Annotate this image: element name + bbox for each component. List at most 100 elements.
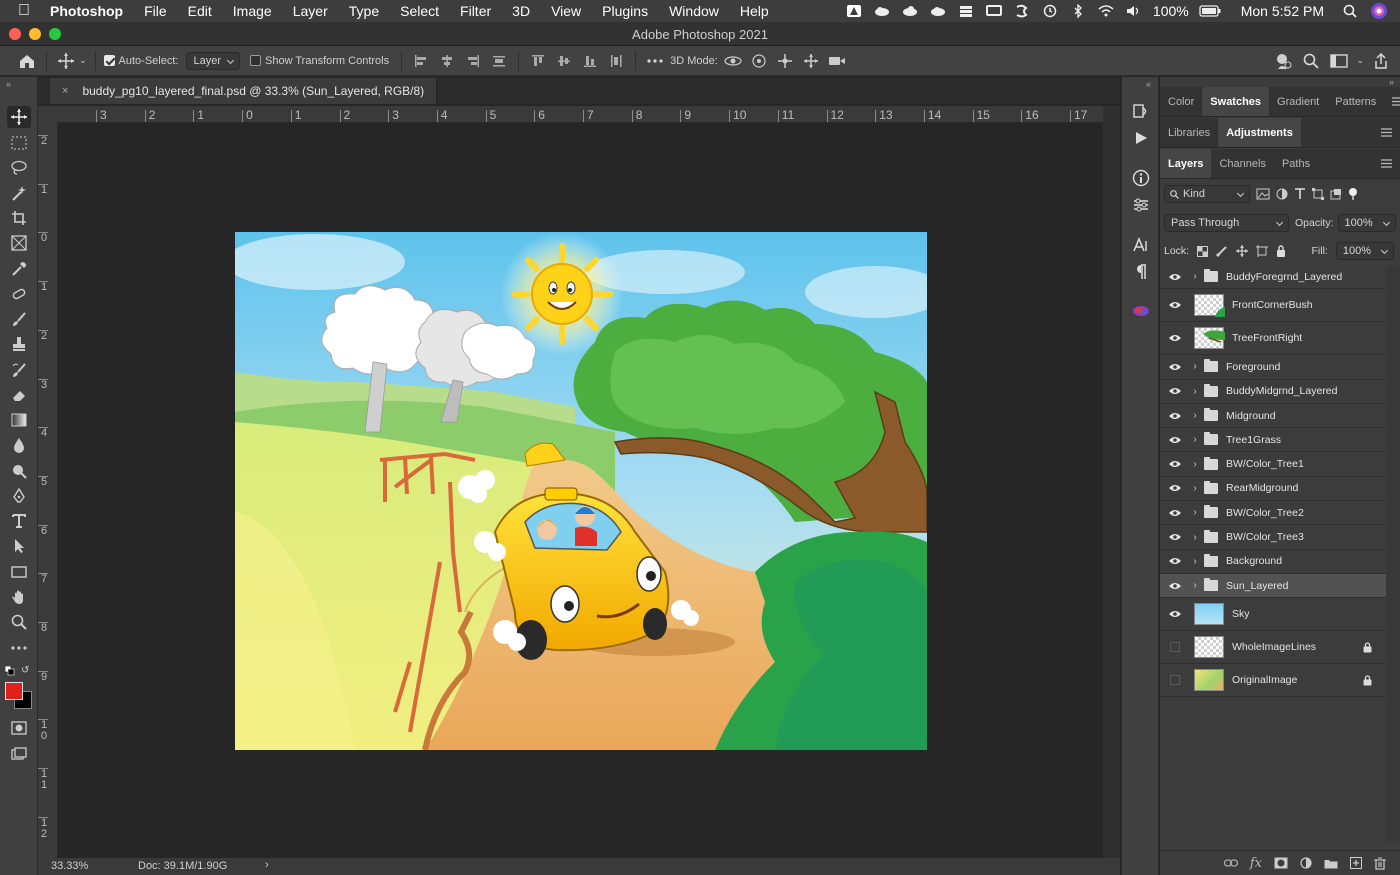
3d-roll-icon[interactable]	[748, 50, 770, 72]
home-icon[interactable]	[16, 50, 38, 72]
layer-name[interactable]: BW/Color_Tree2	[1226, 507, 1304, 519]
layer-row[interactable]: › Background	[1160, 550, 1386, 574]
paragraph-panel-icon[interactable]	[1131, 262, 1151, 282]
menu-view[interactable]: View	[537, 0, 588, 22]
history-panel-icon[interactable]	[1131, 101, 1151, 121]
add-mask-icon[interactable]	[1274, 857, 1288, 869]
menu-image[interactable]: Image	[219, 0, 279, 22]
layer-name[interactable]: BuddyMidgrnd_Layered	[1226, 385, 1338, 397]
info-panel-icon[interactable]	[1131, 168, 1151, 188]
crop-tool-icon[interactable]	[7, 207, 31, 229]
tab-layers[interactable]: Layers	[1160, 149, 1212, 178]
layer-effects-icon[interactable]: fx	[1250, 856, 1262, 871]
bluetooth-icon[interactable]	[1069, 4, 1087, 18]
layer-name[interactable]: BW/Color_Tree1	[1226, 458, 1304, 470]
panel-menu-icon[interactable]	[1373, 149, 1400, 178]
align-left-edges-icon[interactable]	[410, 50, 432, 72]
magic-wand-tool-icon[interactable]	[7, 182, 31, 204]
tab-libraries[interactable]: Libraries	[1160, 118, 1218, 147]
layer-row[interactable]: WholeImageLines	[1160, 631, 1386, 665]
collapse-dock-icon[interactable]: «	[1146, 79, 1151, 89]
share-export-icon[interactable]	[1370, 50, 1392, 72]
menu-type[interactable]: Type	[335, 0, 386, 22]
menu-window[interactable]: Window	[655, 0, 726, 22]
share-user-icon[interactable]	[1272, 50, 1294, 72]
default-colors-icon[interactable]	[5, 666, 15, 676]
layer-row[interactable]: › BW/Color_Tree2	[1160, 501, 1386, 526]
layer-name[interactable]: BuddyForegrnd_Layered	[1226, 271, 1342, 283]
auto-select-target-dropdown[interactable]: Layer	[186, 51, 240, 70]
clone-stamp-tool-icon[interactable]	[7, 333, 31, 355]
expand-group-chevron-icon[interactable]: ›	[1190, 483, 1200, 494]
visibility-eye-icon[interactable]	[1160, 334, 1190, 342]
new-adjustment-layer-icon[interactable]	[1300, 857, 1312, 869]
visibility-eye-icon[interactable]	[1160, 301, 1190, 309]
preset-dropdown-icon[interactable]: ⌄	[79, 55, 87, 66]
layer-name[interactable]: Sky	[1232, 608, 1250, 620]
dodge-tool-icon[interactable]	[7, 460, 31, 482]
document-tab[interactable]: × buddy_pg10_layered_final.psd @ 33.3% (…	[50, 78, 438, 104]
workspace-dropdown-icon[interactable]: ⌄	[1356, 55, 1364, 66]
layer-name[interactable]: OriginalImage	[1232, 674, 1297, 686]
align-vertical-centers-icon[interactable]	[553, 50, 575, 72]
lock-transparent-pixels-icon[interactable]	[1197, 245, 1209, 257]
layers-scrollbar[interactable]	[1386, 266, 1400, 841]
visibility-off-icon[interactable]	[1160, 675, 1190, 686]
distribute-horizontal-icon[interactable]	[605, 50, 627, 72]
expand-group-chevron-icon[interactable]: ›	[1190, 507, 1200, 518]
layer-row[interactable]: › BW/Color_Tree3	[1160, 525, 1386, 550]
cloud-icon[interactable]	[873, 4, 891, 18]
app-menu[interactable]: Photoshop	[36, 0, 130, 22]
fill-field[interactable]: 100%	[1335, 242, 1394, 260]
filter-shape-icon[interactable]	[1312, 188, 1324, 200]
document-size-info[interactable]: Doc: 39.1M/1.90G	[138, 860, 227, 872]
lasso-tool-icon[interactable]	[7, 157, 31, 179]
volume-icon[interactable]	[1125, 4, 1143, 18]
3d-panel-icon[interactable]	[1131, 301, 1151, 321]
layer-name[interactable]: Foreground	[1226, 361, 1280, 373]
tab-adjustments[interactable]: Adjustments	[1218, 118, 1301, 147]
layer-filter-kind-dropdown[interactable]: Kind	[1164, 185, 1250, 203]
expand-group-chevron-icon[interactable]: ›	[1190, 410, 1200, 421]
display-icon[interactable]	[985, 4, 1003, 18]
menu-edit[interactable]: Edit	[174, 0, 219, 22]
align-top-edges-icon[interactable]	[527, 50, 549, 72]
filter-type-icon[interactable]	[1294, 188, 1306, 200]
layer-name[interactable]: BW/Color_Tree3	[1226, 531, 1304, 543]
lock-position-icon[interactable]	[1236, 245, 1249, 257]
filter-toggle-icon[interactable]	[1348, 187, 1358, 201]
3d-pan-icon[interactable]	[774, 50, 796, 72]
canvas-vertical-scrollbar[interactable]	[1103, 106, 1120, 858]
creative-cloud-icon[interactable]	[845, 4, 863, 18]
stack-icon[interactable]	[957, 4, 975, 18]
swap-colors-icon[interactable]: ↺	[21, 665, 29, 676]
menu-layer[interactable]: Layer	[279, 0, 335, 22]
healing-brush-tool-icon[interactable]	[7, 283, 31, 305]
layer-row[interactable]: › BuddyForegrnd_Layered	[1160, 265, 1386, 290]
screen-mode-icon[interactable]	[7, 743, 31, 765]
menu-select[interactable]: Select	[386, 0, 446, 22]
layer-row[interactable]: › Midground	[1160, 404, 1386, 429]
frame-tool-icon[interactable]	[7, 232, 31, 254]
eyedropper-tool-icon[interactable]	[7, 258, 31, 280]
apple-menu-icon[interactable]: 	[0, 2, 36, 20]
visibility-eye-icon[interactable]	[1160, 273, 1190, 281]
siri-icon[interactable]	[1370, 2, 1388, 20]
cloud-sync-icon[interactable]	[901, 4, 919, 18]
layer-thumbnail[interactable]	[1194, 294, 1225, 318]
visibility-eye-icon[interactable]	[1160, 412, 1190, 420]
search-icon[interactable]	[1300, 50, 1322, 72]
filter-smart-object-icon[interactable]	[1330, 188, 1342, 200]
3d-orbit-icon[interactable]	[722, 50, 744, 72]
edit-toolbar-icon[interactable]	[7, 637, 31, 659]
align-bottom-edges-icon[interactable]	[579, 50, 601, 72]
quick-mask-icon[interactable]	[7, 717, 31, 739]
filter-pixel-icon[interactable]	[1256, 188, 1270, 200]
zoom-tool-icon[interactable]	[7, 611, 31, 633]
collapse-panels-icon[interactable]: »	[1389, 77, 1394, 87]
visibility-eye-icon[interactable]	[1160, 509, 1190, 517]
menu-file[interactable]: File	[130, 0, 174, 22]
expand-group-chevron-icon[interactable]: ›	[1190, 532, 1200, 543]
layer-row[interactable]: › BuddyMidgrnd_Layered	[1160, 380, 1386, 404]
tab-gradient[interactable]: Gradient	[1269, 87, 1327, 116]
